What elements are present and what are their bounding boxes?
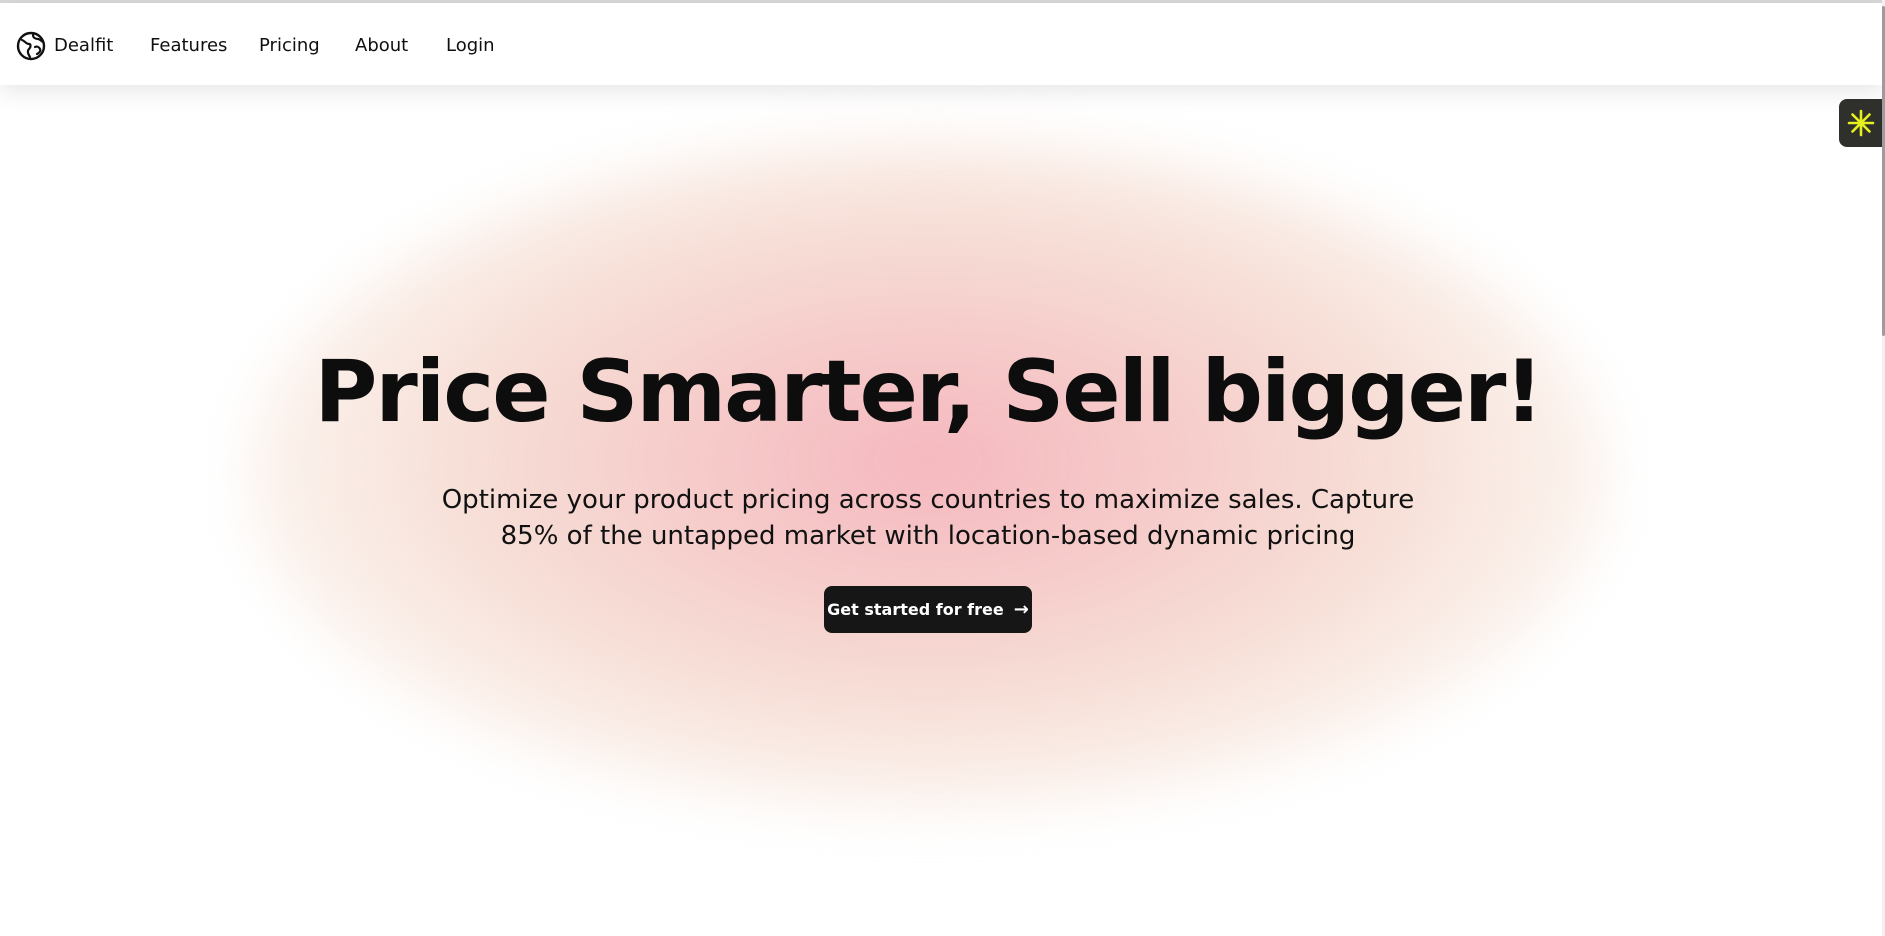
floating-widget-button[interactable] xyxy=(1839,99,1883,147)
hero-gradient-glow xyxy=(248,140,1608,810)
landing-page: Dealfit Features Pricing About Login Pri… xyxy=(0,0,1885,936)
asterisk-icon xyxy=(1847,109,1875,137)
hero-title: Price Smarter, Sell bigger! xyxy=(314,342,1543,442)
brand-name: Dealfit xyxy=(54,35,114,56)
arrow-right-icon: → xyxy=(1013,598,1029,620)
get-started-label: Get started for free xyxy=(827,600,1004,619)
brand-logo-link[interactable]: Dealfit xyxy=(16,30,113,62)
navbar: Dealfit Features Pricing About Login xyxy=(0,3,1885,85)
globe-logo-icon xyxy=(16,31,46,61)
get-started-button[interactable]: Get started for free → xyxy=(824,586,1032,633)
nav-link-about[interactable]: About xyxy=(355,30,408,62)
nav-link-pricing[interactable]: Pricing xyxy=(259,30,320,62)
nav-link-login[interactable]: Login xyxy=(446,30,495,62)
hero-subtitle: Optimize your product pricing across cou… xyxy=(441,485,1415,551)
nav-link-features[interactable]: Features xyxy=(150,30,227,62)
